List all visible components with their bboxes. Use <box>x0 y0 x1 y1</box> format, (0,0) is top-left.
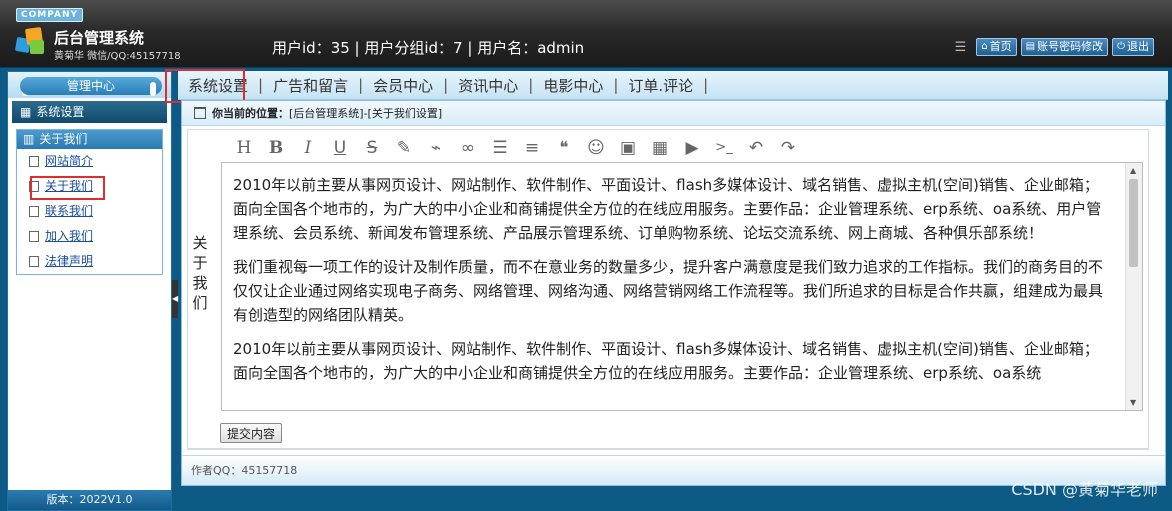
rich-text-editor[interactable]: 2010年以前主要从事网页设计、网站制作、软件制作、平面设计、flash多媒体设… <box>221 162 1143 411</box>
system-title: 后台管理系统 <box>54 29 145 47</box>
power-icon: ⏻ <box>1117 41 1125 52</box>
document-icon <box>29 156 39 167</box>
document-icon <box>29 206 39 217</box>
scroll-down-icon[interactable]: ▼ <box>1130 398 1136 407</box>
main-panel: 你当前的位置： [后台管理系统]-[关于我们设置] 关于我们 H B I U S… <box>181 100 1166 486</box>
code-icon[interactable]: >_ <box>708 137 740 159</box>
app-header: COMPANY 后台管理系统 黄菊华 微信/QQ:45157718 用户id：3… <box>0 0 1172 68</box>
breadcrumb: 你当前的位置： [后台管理系统]-[关于我们设置] <box>182 101 1165 126</box>
management-center-label: 管理中心 <box>20 77 162 95</box>
editor-paragraph[interactable]: 2010年以前主要从事网页设计、网站制作、软件制作、平面设计、flash多媒体设… <box>233 337 1112 385</box>
document-icon <box>29 256 39 267</box>
sidebar-item-about-us[interactable]: 关于我们 <box>17 174 162 200</box>
sidebar-item-site-intro[interactable]: 网站简介 <box>17 149 162 174</box>
redo-icon[interactable]: ↷ <box>772 137 804 159</box>
logout-button[interactable]: ⏻ 退出 <box>1112 38 1154 56</box>
sidebar-item-legal[interactable]: 法律声明 <box>17 249 162 274</box>
tab-orders-reviews[interactable]: 订单.评论 <box>618 75 703 96</box>
home-button[interactable]: ⌂ 首页 <box>976 38 1017 56</box>
quote-icon[interactable]: ❝ <box>548 137 580 159</box>
document-icon <box>29 181 39 192</box>
video-icon[interactable]: ▶ <box>676 137 708 159</box>
field-label-about: 关于我们 <box>192 234 208 312</box>
menu-icon[interactable]: ☰ <box>955 40 967 55</box>
link-icon[interactable]: ∞ <box>452 137 484 159</box>
sidebar-item-contact-us[interactable]: 联系我们 <box>17 199 162 224</box>
list-icon[interactable]: ☰ <box>484 137 516 159</box>
tab-ads-messages[interactable]: 广告和留言 <box>263 75 358 96</box>
image-icon[interactable]: ▣ <box>612 137 644 159</box>
paint-icon[interactable]: ⌁ <box>420 137 452 159</box>
submit-button[interactable]: 提交内容 <box>220 423 283 443</box>
sidebar-group-about[interactable]: ▥ 关于我们 <box>17 130 162 149</box>
user-info: 用户id：35 | 用户分组id：7 | 用户名：admin <box>272 39 585 57</box>
change-password-button[interactable]: ▤ 账号密码修改 <box>1020 38 1109 56</box>
editor-paragraph[interactable]: 2010年以前主要从事网页设计、网站制作、软件制作、平面设计、flash多媒体设… <box>233 173 1112 245</box>
brush-icon[interactable]: ✎ <box>388 137 420 159</box>
editor-paragraph[interactable]: 我们重视每一项工作的设计及制作质量，而不在意业务的数量多少，提升客户满意度是我们… <box>233 255 1112 327</box>
document-icon <box>29 231 39 242</box>
bold-icon[interactable]: B <box>260 137 292 159</box>
sidebar-item-join-us[interactable]: 加入我们 <box>17 224 162 249</box>
scroll-thumb[interactable] <box>1129 179 1138 267</box>
cubes-logo-icon <box>14 26 46 56</box>
tab-system-settings[interactable]: 系统设置 <box>164 68 258 103</box>
version-label: 版本：2022V1.0 <box>8 490 171 510</box>
strikethrough-icon[interactable]: S <box>356 137 388 159</box>
sidebar-group: ▥ 关于我们 网站简介 关于我们 联系我们 加入我们 法律声明 <box>16 129 163 275</box>
emoji-icon[interactable]: ☺ <box>580 137 612 159</box>
editor-scrollbar[interactable]: ▲ ▼ <box>1125 163 1142 410</box>
heading-icon[interactable]: H <box>228 137 260 159</box>
form-area: 关于我们 H B I U S ✎ ⌁ ∞ ☰ ≡ ❝ ☺ ▣ ▦ ▶ >_ ↶ … <box>187 129 1149 449</box>
tab-movies[interactable]: 电影中心 <box>533 75 613 96</box>
submit-row: 提交内容 <box>187 419 1149 450</box>
sidebar-section-system[interactable]: ▦ 系统设置 <box>12 101 167 123</box>
window-icon <box>194 107 206 119</box>
editor-toolbar: H B I U S ✎ ⌁ ∞ ☰ ≡ ❝ ☺ ▣ ▦ ▶ >_ ↶ ↷ <box>228 137 804 159</box>
company-badge: COMPANY <box>16 8 83 22</box>
sidebar-header: 管理中心 <box>8 72 171 98</box>
top-nav: 系统设置 | 广告和留言 | 会员中心 | 资讯中心 | 电影中心 | 订单.评论 | <box>164 68 1168 103</box>
tab-news[interactable]: 资讯中心 <box>448 75 528 96</box>
table-icon[interactable]: ▦ <box>644 137 676 159</box>
csdn-watermark: CSDN @黄菊华老师 <box>1011 480 1158 499</box>
group-icon: ▥ <box>23 132 35 146</box>
pin-icon <box>150 82 156 96</box>
underline-icon[interactable]: U <box>324 137 356 159</box>
collapse-sidebar-handle[interactable]: ◀ <box>172 280 178 318</box>
scroll-up-icon[interactable]: ▲ <box>1130 166 1136 175</box>
header-actions: ☰ ⌂ 首页 ▤ 账号密码修改 ⏻ 退出 <box>955 38 1154 56</box>
tab-members[interactable]: 会员中心 <box>363 75 443 96</box>
list-icon: ▤ <box>1025 41 1036 52</box>
home-icon: ⌂ <box>981 41 988 52</box>
undo-icon[interactable]: ↶ <box>740 137 772 159</box>
italic-icon[interactable]: I <box>292 137 324 159</box>
align-icon[interactable]: ≡ <box>516 137 548 159</box>
grid-icon: ▦ <box>20 105 32 119</box>
system-subtitle: 黄菊华 微信/QQ:45157718 <box>54 51 181 62</box>
sidebar: 管理中心 ▦ 系统设置 ▥ 关于我们 网站简介 关于我们 联系我们 加入我们 法… <box>7 71 172 511</box>
